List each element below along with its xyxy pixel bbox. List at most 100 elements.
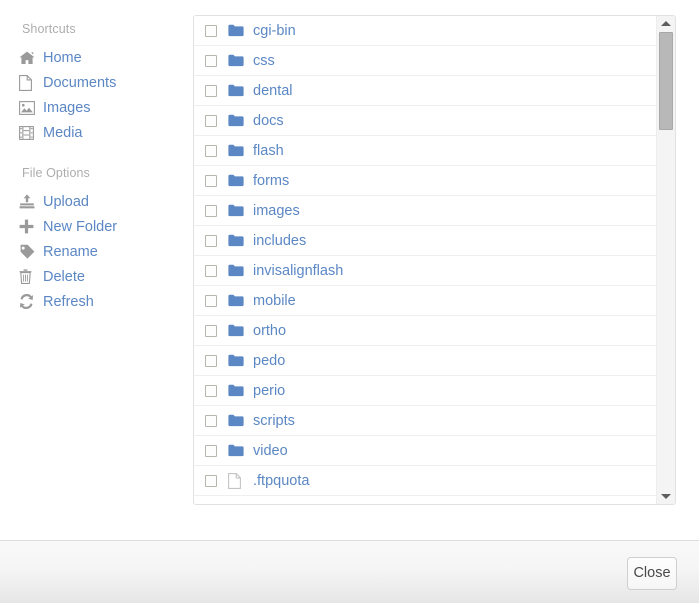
- file-name-link[interactable]: dental: [253, 83, 293, 99]
- folder-icon: [228, 53, 245, 69]
- folder-icon: [228, 293, 245, 309]
- file-select-checkbox[interactable]: [205, 174, 217, 187]
- file-select-checkbox[interactable]: [205, 354, 217, 367]
- sidebar-item-refresh[interactable]: Refresh: [0, 289, 192, 314]
- sidebar-item-label: Media: [43, 124, 83, 141]
- file-select-checkbox[interactable]: [205, 474, 217, 487]
- sidebar-item-home[interactable]: Home: [0, 45, 192, 70]
- folder-icon: [228, 233, 245, 249]
- close-button[interactable]: Close: [627, 557, 677, 590]
- folder-icon: [228, 263, 245, 279]
- file-name-link[interactable]: perio: [253, 383, 285, 399]
- plus-icon: [19, 219, 40, 235]
- file-name-link[interactable]: mobile: [253, 293, 296, 309]
- film-icon: [19, 125, 40, 141]
- file-name-link[interactable]: css: [253, 53, 275, 69]
- file-select-checkbox[interactable]: [205, 204, 217, 217]
- file-select-checkbox[interactable]: [205, 324, 217, 337]
- file-list-item[interactable]: video: [194, 436, 656, 466]
- scroll-down-button[interactable]: [657, 489, 675, 504]
- file-name-link[interactable]: video: [253, 443, 288, 459]
- sidebar-item-new-folder[interactable]: New Folder: [0, 214, 192, 239]
- scrollbar-thumb[interactable]: [659, 32, 673, 130]
- file-name-link[interactable]: flash: [253, 143, 284, 159]
- file-list-rows: cgi-bin css dental docs flash forms images incl…: [194, 16, 656, 504]
- file-name-link[interactable]: cgi-bin: [253, 23, 296, 39]
- folder-icon: [228, 353, 245, 369]
- file-name-link[interactable]: pedo: [253, 353, 285, 369]
- file-list-item[interactable]: cgi-bin: [194, 16, 656, 46]
- file-icon: [228, 472, 245, 489]
- folder-icon: [228, 203, 245, 219]
- file-list-item[interactable]: perio: [194, 376, 656, 406]
- file-name-link[interactable]: .ftpquota: [253, 473, 309, 489]
- file-select-checkbox[interactable]: [205, 414, 217, 427]
- file-name-link[interactable]: invisalignflash: [253, 263, 343, 279]
- file-list-item[interactable]: images: [194, 196, 656, 226]
- sidebar-item-label: Documents: [43, 74, 117, 91]
- file-list-item[interactable]: docs: [194, 106, 656, 136]
- file-list-item[interactable]: dental: [194, 76, 656, 106]
- tag-icon: [19, 244, 40, 260]
- file-icon: [19, 74, 40, 91]
- file-select-checkbox[interactable]: [205, 144, 217, 157]
- file-select-checkbox[interactable]: [205, 264, 217, 277]
- file-name-link[interactable]: images: [253, 203, 300, 219]
- folder-icon: [228, 83, 245, 99]
- folder-icon: [228, 173, 245, 189]
- sidebar-item-label: Images: [43, 99, 91, 116]
- file-list-item[interactable]: pedo: [194, 346, 656, 376]
- sidebar-section-title: File Options: [22, 166, 90, 180]
- file-list-scrollbar[interactable]: [656, 16, 675, 504]
- file-select-checkbox[interactable]: [205, 234, 217, 247]
- file-select-checkbox[interactable]: [205, 54, 217, 67]
- folder-icon: [228, 23, 245, 39]
- sidebar-item-label: Delete: [43, 268, 85, 285]
- file-list-item[interactable]: .ftpquota: [194, 466, 656, 496]
- file-list-item[interactable]: css: [194, 46, 656, 76]
- folder-icon: [228, 143, 245, 159]
- file-select-checkbox[interactable]: [205, 114, 217, 127]
- file-select-checkbox[interactable]: [205, 444, 217, 457]
- folder-icon: [228, 383, 245, 399]
- file-list-item[interactable]: forms: [194, 166, 656, 196]
- file-list-item[interactable]: flash: [194, 136, 656, 166]
- refresh-icon: [19, 294, 40, 310]
- file-list-item[interactable]: invisalignflash: [194, 256, 656, 286]
- file-list-item[interactable]: ortho: [194, 316, 656, 346]
- file-name-link[interactable]: ortho: [253, 323, 286, 339]
- file-name-link[interactable]: scripts: [253, 413, 295, 429]
- file-select-checkbox[interactable]: [205, 84, 217, 97]
- file-manager-dialog: Shortcuts Home Documents Images Media File Op…: [0, 0, 699, 603]
- chevron-down-icon: [661, 494, 671, 499]
- file-select-checkbox[interactable]: [205, 384, 217, 397]
- sidebar-item-upload[interactable]: Upload: [0, 189, 192, 214]
- trash-icon: [19, 269, 40, 285]
- folder-icon: [228, 443, 245, 459]
- sidebar-item-images[interactable]: Images: [0, 95, 192, 120]
- sidebar-item-rename[interactable]: Rename: [0, 239, 192, 264]
- home-icon: [19, 50, 40, 66]
- file-list-item[interactable]: includes: [194, 226, 656, 256]
- sidebar-item-delete[interactable]: Delete: [0, 264, 192, 289]
- scroll-up-button[interactable]: [657, 16, 675, 31]
- file-select-checkbox[interactable]: [205, 294, 217, 307]
- folder-icon: [228, 113, 245, 129]
- sidebar-item-label: Rename: [43, 243, 98, 260]
- sidebar-item-label: Refresh: [43, 293, 94, 310]
- sidebar-item-label: New Folder: [43, 218, 118, 235]
- file-select-checkbox[interactable]: [205, 24, 217, 37]
- file-list-item[interactable]: scripts: [194, 406, 656, 436]
- file-name-link[interactable]: forms: [253, 173, 289, 189]
- sidebar-item-documents[interactable]: Documents: [0, 70, 192, 95]
- upload-icon: [19, 194, 40, 210]
- chevron-up-icon: [661, 21, 671, 26]
- file-name-link[interactable]: docs: [253, 113, 284, 129]
- picture-icon: [19, 100, 40, 116]
- sidebar-item-media[interactable]: Media: [0, 120, 192, 145]
- folder-icon: [228, 413, 245, 429]
- file-list-panel: cgi-bin css dental docs flash forms images incl…: [193, 15, 676, 505]
- sidebar-item-label: Home: [43, 49, 82, 66]
- file-list-item[interactable]: mobile: [194, 286, 656, 316]
- file-name-link[interactable]: includes: [253, 233, 306, 249]
